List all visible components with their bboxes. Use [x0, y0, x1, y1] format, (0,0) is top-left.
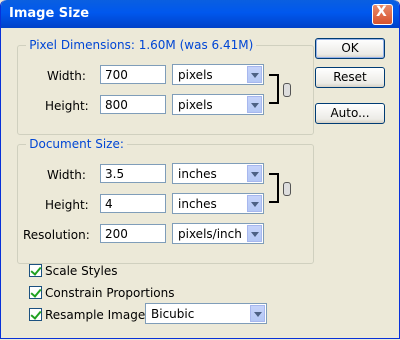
- pixel-height-unit-select[interactable]: pixels: [172, 94, 264, 115]
- reset-button[interactable]: Reset: [315, 67, 385, 88]
- chain-link-icon: [283, 83, 291, 97]
- pixel-height-unit-value: pixels: [178, 98, 213, 112]
- resample-image-label[interactable]: Resample Image:: [45, 308, 149, 322]
- pixel-width-unit-value: pixels: [178, 68, 213, 82]
- doc-width-input[interactable]: 3.5: [100, 164, 166, 183]
- doc-height-input[interactable]: 4: [100, 194, 166, 213]
- pixel-width-label: Width:: [47, 69, 86, 83]
- pixel-height-label: Height:: [45, 99, 89, 113]
- resolution-unit-value: pixels/inch: [178, 227, 242, 241]
- doc-width-unit-value: inches: [178, 167, 217, 181]
- resolution-input[interactable]: 200: [100, 224, 166, 243]
- close-button[interactable]: X: [372, 4, 393, 25]
- ok-button[interactable]: OK: [315, 38, 385, 59]
- resample-method-value: Bicubic: [151, 307, 195, 321]
- constrain-proportions-checkbox[interactable]: [29, 286, 42, 299]
- chevron-down-icon[interactable]: [247, 66, 262, 83]
- chevron-down-icon[interactable]: [247, 165, 262, 182]
- link-bracket: [269, 74, 279, 104]
- pixel-width-input[interactable]: 700: [100, 65, 166, 84]
- document-size-legend: Document Size:: [29, 137, 124, 151]
- resample-image-checkbox[interactable]: [29, 308, 42, 321]
- doc-height-unit-select[interactable]: inches: [172, 193, 264, 214]
- doc-width-unit-select[interactable]: inches: [172, 163, 264, 184]
- doc-height-label: Height:: [45, 198, 89, 212]
- auto-button[interactable]: Auto...: [315, 103, 385, 124]
- constrain-proportions-label[interactable]: Constrain Proportions: [45, 286, 175, 300]
- resample-method-select[interactable]: Bicubic: [145, 303, 267, 324]
- pixel-height-input[interactable]: 800: [100, 95, 166, 114]
- dialog-title: Image Size: [9, 6, 90, 21]
- link-bracket: [269, 173, 279, 203]
- doc-width-label: Width:: [47, 168, 86, 182]
- scale-styles-label[interactable]: Scale Styles: [45, 264, 118, 278]
- doc-height-unit-value: inches: [178, 197, 217, 211]
- chevron-down-icon[interactable]: [247, 225, 262, 242]
- resolution-label: Resolution:: [23, 228, 90, 242]
- chevron-down-icon[interactable]: [250, 305, 265, 322]
- chevron-down-icon[interactable]: [247, 195, 262, 212]
- resolution-unit-select[interactable]: pixels/inch: [172, 223, 264, 244]
- chevron-down-icon[interactable]: [247, 96, 262, 113]
- pixel-width-unit-select[interactable]: pixels: [172, 64, 264, 85]
- chain-link-icon: [283, 182, 291, 196]
- image-size-dialog: Image Size X Pixel Dimensions: 1.60M (wa…: [0, 0, 400, 339]
- close-icon: X: [376, 4, 387, 20]
- title-bar[interactable]: Image Size X: [1, 0, 399, 28]
- pixel-dimensions-legend: Pixel Dimensions: 1.60M (was 6.41M): [29, 38, 254, 52]
- scale-styles-checkbox[interactable]: [29, 264, 42, 277]
